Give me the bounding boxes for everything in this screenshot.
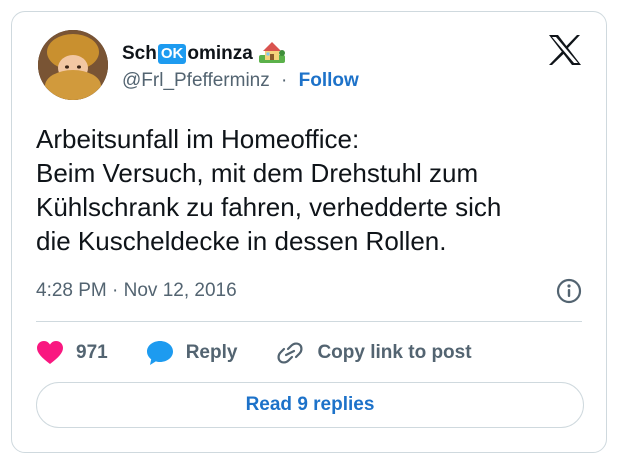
reply-button[interactable]: Reply [146, 340, 238, 366]
tweet-line: Arbeitsunfall im Homeoffice: [36, 124, 360, 154]
info-icon[interactable] [556, 278, 582, 304]
tweet-card: Sch OK ominza @Frl_Pfefferminz · Follow [11, 11, 607, 453]
speech-bubble-icon [146, 341, 173, 365]
author-name[interactable]: Sch OK ominza [122, 39, 285, 69]
copy-link-button[interactable]: Copy link to post [275, 340, 472, 366]
follow-button[interactable]: Follow [299, 70, 359, 91]
read-replies-button[interactable]: Read 9 replies [36, 382, 584, 428]
reply-label: Reply [185, 342, 238, 363]
avatar[interactable] [38, 30, 108, 100]
like-count: 971 [76, 342, 108, 363]
avatar-image [38, 30, 108, 100]
house-with-garden-icon [258, 39, 285, 69]
action-bar: 971 Reply Copy link to post [36, 338, 510, 368]
tweet-timestamp[interactable]: 4:28 PM · Nov 12, 2016 [36, 280, 237, 302]
x-logo-icon[interactable] [548, 34, 582, 66]
ok-badge: OK [157, 44, 187, 64]
author-handle[interactable]: @Frl_Pfefferminz [122, 70, 270, 91]
tweet-line: Kühlschrank zu fahren, verhedderte sich [36, 192, 502, 222]
link-icon [277, 342, 303, 364]
separator-dot: · [281, 70, 288, 91]
author-handle-row: @Frl_Pfefferminz · Follow [122, 70, 359, 92]
tweet-text: Arbeitsunfall im Homeoffice: Beim Versuc… [36, 122, 596, 258]
copy-link-label: Copy link to post [317, 342, 472, 363]
heart-icon [37, 341, 63, 364]
divider [36, 321, 582, 322]
author-name-suffix: ominza [187, 43, 253, 64]
author-name-prefix: Sch [122, 43, 157, 64]
like-button[interactable]: 971 [36, 340, 108, 366]
tweet-line: die Kuscheldecke in dessen Rollen. [36, 226, 447, 256]
tweet-line: Beim Versuch, mit dem Drehstuhl zum [36, 158, 479, 188]
